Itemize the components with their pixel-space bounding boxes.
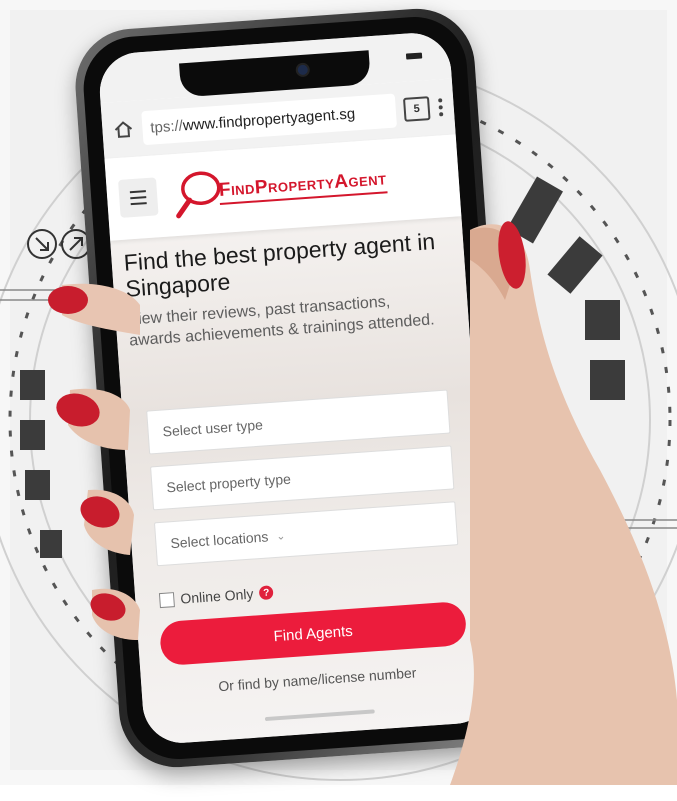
online-only-option: Online Only ? xyxy=(158,584,274,608)
phone-frame: tps://www.findpropertyagent.sg 5 FindPro… xyxy=(71,4,523,772)
find-by-name-link[interactable]: Or find by name/license number xyxy=(141,659,493,700)
hero-section: Find the best property agent in Singapor… xyxy=(110,216,497,746)
url-scheme: tps:// xyxy=(149,116,184,137)
online-only-label: Online Only xyxy=(179,585,254,607)
chevron-down-icon: ⌄ xyxy=(275,529,286,543)
phone-screen: tps://www.findpropertyagent.sg 5 FindPro… xyxy=(97,30,497,746)
phone-bezel: tps://www.findpropertyagent.sg 5 FindPro… xyxy=(80,13,514,763)
tab-switcher-icon[interactable]: 5 xyxy=(402,96,431,122)
locations-select[interactable]: Select locations ⌄ xyxy=(153,501,459,567)
find-agents-button[interactable]: Find Agents xyxy=(158,600,468,667)
url-domain: www.findpropertyagent.sg xyxy=(182,104,356,134)
hamburger-menu-icon[interactable] xyxy=(118,177,159,218)
overflow-menu-icon[interactable] xyxy=(437,98,444,117)
help-icon[interactable]: ? xyxy=(258,585,274,601)
front-camera-icon xyxy=(297,64,309,76)
home-indicator xyxy=(264,709,375,722)
site-logo[interactable]: FindPropertyAgent xyxy=(169,155,388,220)
property-type-placeholder: Select property type xyxy=(166,470,292,496)
property-type-select[interactable]: Select property type xyxy=(150,445,455,511)
address-bar[interactable]: tps://www.findpropertyagent.sg xyxy=(141,93,398,146)
online-only-checkbox[interactable] xyxy=(158,591,175,608)
home-icon[interactable] xyxy=(112,118,135,141)
locations-placeholder: Select locations xyxy=(169,528,269,552)
phone-mockup: tps://www.findpropertyagent.sg 5 FindPro… xyxy=(71,4,525,801)
logo-text: FindPropertyAgent xyxy=(218,167,388,205)
user-type-select[interactable]: Select user type xyxy=(146,389,451,455)
magnifier-logo-icon xyxy=(176,171,221,219)
battery-icon xyxy=(405,52,423,60)
user-type-placeholder: Select user type xyxy=(162,416,264,440)
